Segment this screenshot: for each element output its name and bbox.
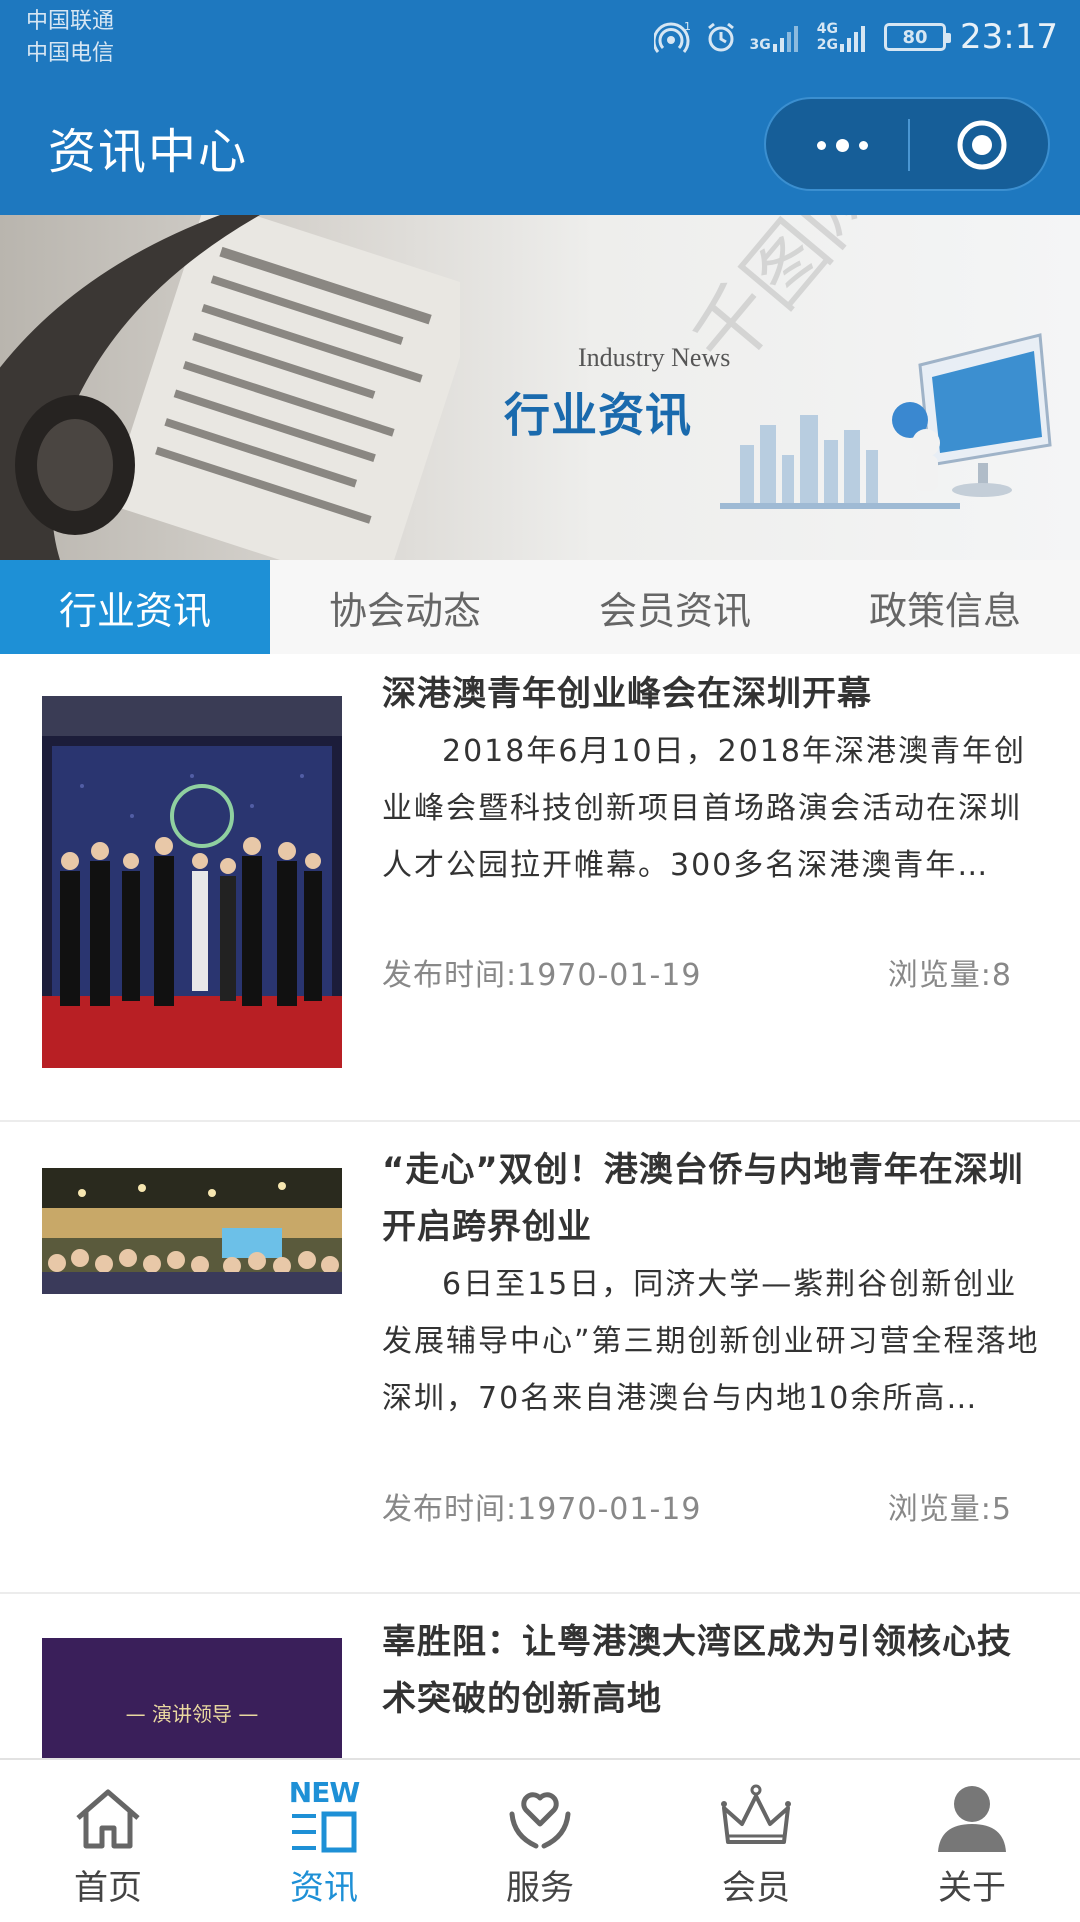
tabbar-member[interactable]: 会员: [648, 1760, 864, 1922]
net-type-3: 2G: [816, 37, 839, 53]
article-summary: 2018年6月10日，2018年深港澳青年创业峰会暨科技创新项目首场路演会活动在…: [382, 734, 1026, 883]
view-count: 浏览量:8: [887, 958, 1012, 993]
target-circle-icon[interactable]: [956, 119, 1008, 171]
article-item[interactable]: “走心”双创！港澳台侨与内地青年在深圳开启跨界创业 6日至15日，同济大学—紫荆…: [0, 1122, 1080, 1594]
tabbar-label: 会员: [722, 1868, 790, 1908]
tab-association-news[interactable]: 协会动态: [270, 560, 540, 654]
tabbar-news[interactable]: NEW 资讯: [216, 1760, 432, 1922]
article-item[interactable]: 深港澳青年创业峰会在深圳开幕 2018年6月10日，2018年深港澳青年创业峰会…: [0, 654, 1080, 1122]
heart-hands-icon: [509, 1792, 571, 1849]
tabbar-home[interactable]: 首页: [0, 1760, 216, 1922]
tabbar-label: 首页: [74, 1868, 142, 1908]
publish-date: 发布时间:1970-01-19: [382, 1492, 702, 1527]
signal-bars-icon: [840, 26, 866, 52]
page-title: 资讯中心: [48, 124, 249, 180]
status-time: 23:17: [960, 17, 1058, 57]
article-meta: 发布时间:1970-01-19 浏览量:8: [382, 950, 1012, 994]
new-badge: NEW: [288, 1776, 360, 1809]
carrier-1: 中国联通: [26, 9, 115, 34]
status-icons: 1 3G 4G 2G 80 23:17: [653, 12, 1058, 62]
article-title[interactable]: 深港澳青年创业峰会在深圳开幕: [382, 666, 1042, 723]
person-icon: [938, 1786, 1006, 1852]
app-header: 中国联通 中国电信 1 3G 4G 2G 80 23:17 资讯中心: [0, 0, 1080, 215]
hotspot-icon: 1: [653, 20, 691, 53]
carrier-info: 中国联通 中国电信: [26, 6, 114, 70]
svg-text:1: 1: [684, 20, 691, 33]
net-type-2: 4G: [816, 21, 839, 37]
net-type-1: 3G: [749, 37, 771, 53]
telephone-newspaper-illustration: [0, 215, 460, 560]
tabbar-label: 服务: [506, 1868, 574, 1908]
thumbnail-caption: — 演讲领导 —: [125, 1702, 259, 1726]
article-title[interactable]: 辜胜阻：让粤港澳大湾区成为引领核心技术突破的创新高地: [382, 1614, 1042, 1728]
article-thumbnail: [42, 696, 342, 1068]
category-tabs: 行业资讯 协会动态 会员资讯 政策信息: [0, 560, 1080, 654]
tabbar-about[interactable]: 关于: [864, 1760, 1080, 1922]
banner-image[interactable]: 千图网 Industry News 行业资讯: [0, 215, 1080, 560]
banner-title: 行业资讯: [504, 388, 692, 442]
signal-1: 3G: [750, 22, 803, 52]
capsule-divider: [908, 119, 910, 171]
publish-date: 发布时间:1970-01-19: [382, 958, 702, 993]
tabbar-service[interactable]: 服务: [432, 1760, 648, 1922]
city-monitor-illustration: [720, 333, 1052, 509]
tabbar-label: 资讯: [290, 1868, 358, 1908]
article-meta: 发布时间:1970-01-19 浏览量:5: [382, 1484, 1012, 1528]
article-title[interactable]: “走心”双创！港澳台侨与内地青年在深圳开启跨界创业: [382, 1142, 1042, 1256]
tabbar-label: 关于: [938, 1868, 1006, 1908]
article-thumbnail: — 演讲领导 —: [42, 1638, 342, 1758]
tab-member-news[interactable]: 会员资讯: [540, 560, 810, 654]
tab-policy-info[interactable]: 政策信息: [810, 560, 1080, 654]
view-count: 浏览量:5: [887, 1492, 1012, 1527]
bottom-tab-bar: 首页 NEW 资讯 服务 会员 关于: [0, 1758, 1080, 1922]
home-icon: [76, 1789, 140, 1849]
alarm-icon: [707, 22, 734, 52]
crown-icon: [721, 1784, 791, 1844]
banner-subtitle: Industry News: [578, 343, 731, 372]
article-thumbnail: [42, 1168, 342, 1294]
article-item[interactable]: — 演讲领导 — 辜胜阻：让粤港澳大湾区成为引领核心技术突破的创新高地: [0, 1594, 1080, 1758]
article-summary: 6日至15日，同济大学—紫荆谷创新创业发展辅导中心”第三期创新创业研习营全程落地…: [382, 1267, 1040, 1416]
news-icon: NEW: [286, 1776, 362, 1856]
battery-indicator: 80: [884, 23, 952, 51]
tab-industry-news[interactable]: 行业资讯: [0, 560, 270, 654]
miniprogram-capsule: [764, 97, 1050, 191]
carrier-2: 中国电信: [26, 41, 115, 66]
signal-bars-icon: [772, 26, 798, 52]
more-dots-icon[interactable]: [802, 121, 882, 169]
signal-2: 4G 2G: [817, 22, 870, 52]
